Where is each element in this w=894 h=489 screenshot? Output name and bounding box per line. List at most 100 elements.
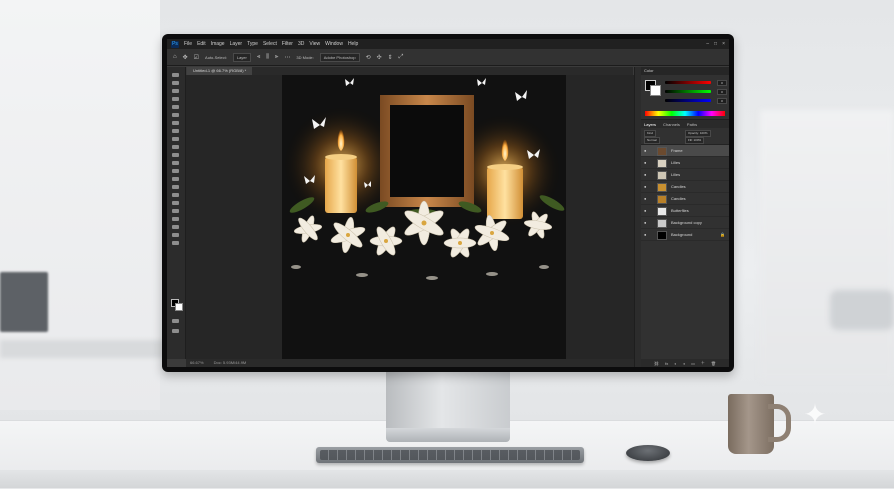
lock-icon[interactable]: 🔒 (720, 232, 725, 237)
home-icon[interactable]: ⌂ (173, 54, 177, 60)
layer-row[interactable]: ● Frame (641, 145, 729, 157)
frame-tool[interactable] (172, 113, 179, 117)
desk-edge (0, 470, 894, 488)
background-color-swatch[interactable] (175, 303, 183, 311)
tab-channels[interactable]: Channels (663, 122, 680, 127)
menu-view[interactable]: View (309, 41, 320, 47)
visibility-eye-icon[interactable]: ● (644, 160, 650, 165)
opacity-field[interactable]: Opacity: 100% (685, 130, 711, 137)
menu-type[interactable]: Type (247, 41, 258, 47)
fill-field[interactable]: Fill: 100% (685, 137, 705, 144)
clone-stamp-tool[interactable] (172, 145, 179, 149)
history-brush-tool[interactable] (172, 153, 179, 157)
layer-row[interactable]: ● Candles (641, 181, 729, 193)
layer-thumbnail (657, 183, 667, 192)
healing-brush-tool[interactable] (172, 129, 179, 133)
marquee-tool[interactable] (172, 81, 179, 85)
visibility-eye-icon[interactable]: ● (644, 220, 650, 225)
align-right-icon[interactable]: ⫸ (275, 54, 278, 61)
layer-row[interactable]: ● Background 🔒 (641, 229, 729, 241)
eraser-tool[interactable] (172, 161, 179, 165)
color-panel-background-swatch[interactable] (650, 85, 661, 96)
visibility-eye-icon[interactable]: ● (644, 208, 650, 213)
visibility-eye-icon[interactable]: ● (644, 232, 650, 237)
align-left-icon[interactable]: ⫷ (257, 54, 260, 61)
adjustment-icon[interactable]: ◑ (683, 361, 685, 366)
zoom-level[interactable]: 66.67% (190, 359, 204, 367)
menu-select[interactable]: Select (263, 41, 277, 47)
green-slider[interactable] (665, 90, 711, 93)
auto-select-label: Auto-Select: (205, 54, 227, 60)
edit-toolbar-icon[interactable] (172, 241, 179, 245)
move-tool[interactable] (172, 73, 179, 77)
move-tool-icon[interactable]: ✥ (183, 54, 188, 61)
path-selection-tool[interactable] (172, 209, 179, 213)
canvas-area[interactable] (186, 75, 634, 359)
more-options-icon[interactable]: ⋯ (284, 54, 290, 61)
blue-value[interactable]: 0 (717, 98, 727, 104)
mask-icon[interactable]: ◐ (674, 361, 676, 366)
quick-select-tool[interactable] (172, 97, 179, 101)
rectangle-tool[interactable] (172, 217, 179, 221)
fx-icon[interactable]: fx (665, 361, 668, 366)
scale-3d-icon[interactable]: ⤢ (399, 54, 404, 61)
menu-file[interactable]: File (184, 41, 192, 47)
screen-mode-icon[interactable] (172, 329, 179, 333)
document-canvas[interactable] (282, 75, 566, 359)
maximize-icon[interactable]: □ (714, 41, 717, 47)
eyedropper-tool[interactable] (172, 121, 179, 125)
tab-layers[interactable]: Layers (644, 122, 656, 127)
layer-row[interactable]: ● Candles (641, 193, 729, 205)
pen-tool[interactable] (172, 193, 179, 197)
visibility-eye-icon[interactable]: ● (644, 148, 650, 153)
blue-slider[interactable] (665, 99, 711, 102)
menu-help[interactable]: Help (348, 41, 358, 47)
layer-row[interactable]: ● Butterflies (641, 205, 729, 217)
visibility-eye-icon[interactable]: ● (644, 196, 650, 201)
menu-layer[interactable]: Layer (230, 41, 243, 47)
checkbox-icon[interactable]: ☑ (194, 54, 199, 61)
menu-window[interactable]: Window (325, 41, 343, 47)
lasso-tool[interactable] (172, 89, 179, 93)
color-spectrum[interactable] (645, 111, 725, 116)
color-panel-title[interactable]: Color (641, 67, 729, 75)
align-center-icon[interactable]: ⫼ (266, 54, 269, 61)
trash-icon[interactable]: 🗑 (711, 361, 716, 366)
tab-paths[interactable]: Paths (687, 122, 697, 127)
link-icon[interactable]: ⛓ (654, 361, 659, 366)
menu-filter[interactable]: Filter (282, 41, 293, 47)
visibility-eye-icon[interactable]: ● (644, 184, 650, 189)
document-tab[interactable]: Untitled-1 @ 66.7% (RGB/8) * (187, 67, 253, 75)
red-value[interactable]: 0 (717, 80, 727, 86)
minimize-icon[interactable]: – (706, 41, 709, 47)
slide-3d-icon[interactable]: ⇕ (388, 54, 393, 61)
layer-row[interactable]: ● Lilies (641, 169, 729, 181)
menu-image[interactable]: Image (211, 41, 225, 47)
red-slider[interactable] (665, 81, 711, 84)
pan-3d-icon[interactable]: ✣ (377, 54, 382, 61)
workspace-field[interactable]: Adobe Photoshop (319, 52, 360, 62)
menu-3d[interactable]: 3D (298, 41, 304, 47)
layer-kind-filter[interactable]: Kind (644, 130, 657, 137)
blur-tool[interactable] (172, 177, 179, 181)
options-bar: ⌂ ✥ ☑ Auto-Select: Layer ⫷ ⫼ ⫸ ⋯ 3D Mode… (167, 49, 729, 66)
hand-tool[interactable] (172, 225, 179, 229)
rotate-3d-icon[interactable]: ⟲ (366, 54, 371, 61)
crop-tool[interactable] (172, 105, 179, 109)
close-icon[interactable]: × (722, 41, 725, 47)
zoom-tool[interactable] (172, 233, 179, 237)
new-layer-icon[interactable]: ＋ (701, 360, 705, 366)
type-tool[interactable] (172, 201, 179, 205)
dodge-tool[interactable] (172, 185, 179, 189)
folder-icon[interactable]: ▭ (691, 361, 695, 366)
layer-row[interactable]: ● Lilies (641, 157, 729, 169)
visibility-eye-icon[interactable]: ● (644, 172, 650, 177)
auto-select-dropdown[interactable]: Layer (232, 52, 251, 62)
gradient-tool[interactable] (172, 169, 179, 173)
green-value[interactable]: 0 (717, 89, 727, 95)
brush-tool[interactable] (172, 137, 179, 141)
layer-row[interactable]: ● Background copy (641, 217, 729, 229)
menu-edit[interactable]: Edit (197, 41, 206, 47)
blend-mode-dropdown[interactable]: Normal (644, 137, 660, 144)
quick-mask-icon[interactable] (172, 319, 179, 323)
